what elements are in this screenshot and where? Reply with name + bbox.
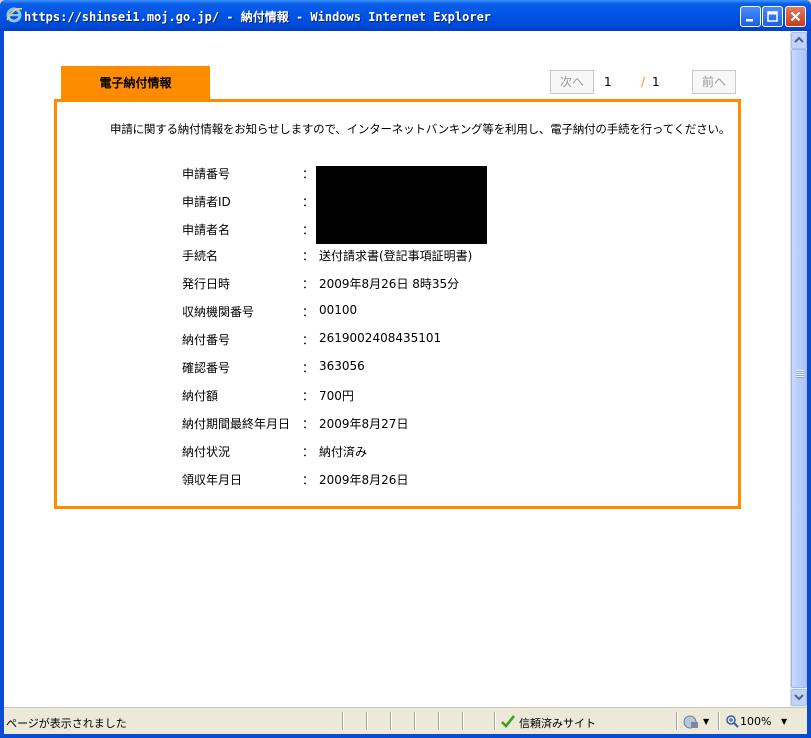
close-button[interactable] xyxy=(785,6,806,27)
status-divider xyxy=(414,712,415,730)
magnifier-icon[interactable] xyxy=(725,714,739,728)
status-divider xyxy=(462,712,463,730)
redacted-block xyxy=(316,166,487,244)
field-value: 2009年8月26日 xyxy=(319,473,409,487)
field-colon: ： xyxy=(302,417,315,431)
field-colon: ： xyxy=(302,305,315,319)
tab-electronic-payment[interactable]: 電子納付情報 xyxy=(61,66,210,100)
status-divider xyxy=(438,712,439,730)
field-colon: ： xyxy=(302,249,315,263)
scroll-down-button[interactable] xyxy=(791,689,807,706)
status-divider xyxy=(390,712,391,730)
field-colon: ： xyxy=(302,445,315,459)
scroll-thumb[interactable] xyxy=(791,49,807,688)
chevron-down-icon xyxy=(794,694,804,701)
maximize-icon xyxy=(767,11,778,22)
field-colon: ： xyxy=(302,361,315,375)
status-divider xyxy=(342,712,343,730)
window-title: https://shinsei1.moj.go.jp/ - 納付情報 - Win… xyxy=(24,10,492,24)
zoom-dropdown-icon[interactable]: ▼ xyxy=(781,717,787,726)
status-bar: ページが表示されました 信頼済みサイト ▼ 100% ▼ xyxy=(4,707,807,734)
field-value: 2619002408435101 xyxy=(319,331,442,345)
field-colon: ： xyxy=(302,167,315,181)
field-colon: ： xyxy=(302,333,315,347)
field-value: 送付請求書(登記事項証明書) xyxy=(319,249,473,263)
scroll-up-button[interactable] xyxy=(791,32,807,49)
field-label: 収納機関番号 xyxy=(182,305,255,319)
field-value: 363056 xyxy=(319,359,365,373)
scroll-grip xyxy=(796,370,804,378)
field-value: 2009年8月27日 xyxy=(319,417,409,431)
page-total: 1 xyxy=(652,75,660,89)
protected-mode-icon[interactable] xyxy=(683,714,699,730)
status-text: ページが表示されました xyxy=(6,717,127,730)
prev-button[interactable]: 前へ xyxy=(692,70,736,94)
security-zone[interactable]: 信頼済みサイト xyxy=(519,715,596,731)
field-label: 納付状況 xyxy=(182,445,231,459)
field-label: 手続名 xyxy=(182,249,219,263)
browser-window: https://shinsei1.moj.go.jp/ - 納付情報 - Win… xyxy=(0,0,811,738)
field-label: 申請番号 xyxy=(182,167,231,181)
page-content: 電子納付情報 次へ 1 / 1 前へ 申請に関する納付情報をお知らせしますので、… xyxy=(4,31,790,707)
field-value: 700円 xyxy=(319,389,354,403)
field-label: 申請者名 xyxy=(182,223,231,237)
field-label: 納付番号 xyxy=(182,333,231,347)
field-label: 発行日時 xyxy=(182,277,231,291)
field-value: 00100 xyxy=(319,303,358,317)
status-divider xyxy=(494,712,495,730)
field-label: 納付額 xyxy=(182,389,219,403)
dropdown-arrow-icon[interactable]: ▼ xyxy=(703,717,709,726)
field-label: 申請者ID xyxy=(182,195,231,209)
status-divider xyxy=(366,712,367,730)
minimize-icon xyxy=(746,19,753,22)
next-button[interactable]: 次へ xyxy=(550,70,594,94)
field-colon: ： xyxy=(302,473,315,487)
field-colon: ： xyxy=(302,195,315,209)
field-value: 納付済み xyxy=(319,445,368,459)
vertical-scrollbar[interactable] xyxy=(790,31,807,707)
zoom-level[interactable]: 100% xyxy=(740,715,771,728)
notice-text: 申請に関する納付情報をお知らせしますので、インターネットバンキング等を利用し、電… xyxy=(110,122,731,136)
field-colon: ： xyxy=(302,223,315,237)
page-current: 1 xyxy=(604,75,612,89)
minimize-button[interactable] xyxy=(740,6,761,27)
title-bar[interactable]: https://shinsei1.moj.go.jp/ - 納付情報 - Win… xyxy=(0,0,811,31)
checkmark-icon xyxy=(501,715,516,728)
maximize-button[interactable] xyxy=(762,6,783,27)
field-label: 納付期間最終年月日 xyxy=(182,417,291,431)
field-colon: ： xyxy=(302,389,315,403)
close-icon xyxy=(790,11,801,22)
ie-logo-icon xyxy=(6,7,23,23)
payment-info-panel: 申請に関する納付情報をお知らせしますので、インターネットバンキング等を利用し、電… xyxy=(54,99,741,509)
page-separator: / xyxy=(641,75,646,89)
field-colon: ： xyxy=(302,277,315,291)
window-frame-right xyxy=(807,31,811,738)
chevron-up-icon xyxy=(794,36,804,43)
field-label: 確認番号 xyxy=(182,361,231,375)
field-value: 2009年8月26日 8時35分 xyxy=(319,277,460,291)
status-divider xyxy=(718,712,719,730)
field-label: 領収年月日 xyxy=(182,473,243,487)
window-frame-bottom xyxy=(0,734,811,738)
status-divider xyxy=(676,712,677,730)
